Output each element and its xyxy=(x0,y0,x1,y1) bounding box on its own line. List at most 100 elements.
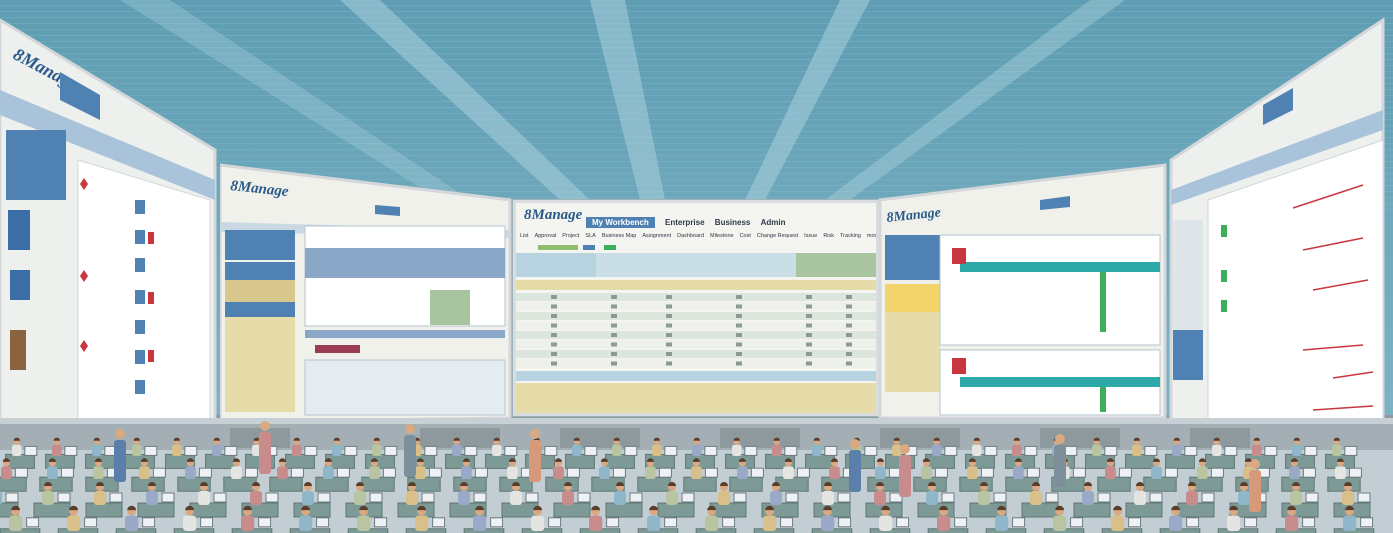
desk-monitor xyxy=(200,517,214,528)
desk-monitor xyxy=(664,445,678,456)
desk-monitor xyxy=(1128,517,1142,528)
desk-monitor xyxy=(144,445,158,456)
desk-monitor xyxy=(1064,445,1078,456)
desk-monitor xyxy=(980,467,994,478)
desk-monitor xyxy=(733,492,747,503)
desk-monitor xyxy=(785,492,799,503)
desk-monitor xyxy=(1184,445,1198,456)
desk xyxy=(1143,476,1177,492)
desk-monitor xyxy=(796,467,810,478)
standing-operator xyxy=(404,424,416,477)
desk-monitor xyxy=(954,517,968,528)
desk-monitor xyxy=(838,517,852,528)
desk xyxy=(867,476,901,492)
desk xyxy=(501,502,539,518)
desk-monitor xyxy=(1104,445,1118,456)
desk xyxy=(397,502,435,518)
desk xyxy=(1205,453,1235,469)
desk-monitor xyxy=(1302,517,1316,528)
desk xyxy=(637,476,671,492)
desk-monitor xyxy=(464,445,478,456)
desk-monitor xyxy=(290,467,304,478)
desk xyxy=(813,502,851,518)
desk-monitor xyxy=(258,517,272,528)
desk-monitor xyxy=(244,467,258,478)
desk-monitor xyxy=(544,445,558,456)
desk-monitor xyxy=(344,445,358,456)
desk-monitor xyxy=(14,467,28,478)
desk-monitor xyxy=(1344,445,1358,456)
desk xyxy=(605,502,643,518)
desk xyxy=(917,502,955,518)
desk xyxy=(33,502,71,518)
desk xyxy=(365,453,395,469)
operator-figure xyxy=(52,437,62,456)
desk-monitor xyxy=(60,467,74,478)
operator-figure xyxy=(172,437,182,456)
desk xyxy=(1073,502,1111,518)
desk-monitor xyxy=(681,492,695,503)
desk xyxy=(445,453,475,469)
desk-monitor xyxy=(152,467,166,478)
desk-monitor xyxy=(1305,492,1319,503)
desk-monitor xyxy=(213,492,227,503)
desk xyxy=(205,453,235,469)
desk-monitor xyxy=(934,467,948,478)
desk-monitor xyxy=(704,445,718,456)
operator-figure xyxy=(1092,437,1102,456)
desk-monitor xyxy=(432,517,446,528)
desk xyxy=(223,476,257,492)
desk-monitor xyxy=(1210,467,1224,478)
desk xyxy=(775,476,809,492)
desk xyxy=(293,502,331,518)
desk-monitor xyxy=(722,517,736,528)
operator-figure xyxy=(452,437,462,456)
desk-monitor xyxy=(941,492,955,503)
desk xyxy=(1125,453,1155,469)
control-room-illustration: 8Manage 8Manage 8Manage My Workbench Ent… xyxy=(0,0,1393,533)
desk-monitor xyxy=(109,492,123,503)
operator-figure xyxy=(718,482,730,505)
operator-figure xyxy=(212,437,222,456)
desk xyxy=(545,476,579,492)
desk xyxy=(1177,502,1215,518)
desk-monitor xyxy=(1224,445,1238,456)
desk-monitor xyxy=(1149,492,1163,503)
desk xyxy=(189,502,227,518)
desk xyxy=(269,476,303,492)
desk xyxy=(565,453,595,469)
desk-monitor xyxy=(421,492,435,503)
desk-monitor xyxy=(612,467,626,478)
desk-monitor xyxy=(1357,492,1371,503)
desk-monitor xyxy=(504,445,518,456)
desk-monitor xyxy=(577,492,591,503)
standing-operator xyxy=(529,429,541,482)
desk-monitor xyxy=(744,445,758,456)
operator-figure xyxy=(875,458,886,479)
desk-monitor xyxy=(184,445,198,456)
desk-monitor xyxy=(1264,445,1278,456)
operator-figure xyxy=(372,437,382,456)
desk xyxy=(605,453,635,469)
operator-figure xyxy=(125,505,139,531)
operator-figure xyxy=(772,437,782,456)
desk-monitor xyxy=(1118,467,1132,478)
operator-figure xyxy=(692,437,702,456)
desk xyxy=(285,453,315,469)
operator-figure xyxy=(1252,437,1262,456)
desk-monitor xyxy=(1164,467,1178,478)
desk xyxy=(553,502,591,518)
desk-monitor xyxy=(490,517,504,528)
desk xyxy=(1125,502,1163,518)
desk-monitor xyxy=(317,492,331,503)
desk-monitor xyxy=(24,445,38,456)
desk-monitor xyxy=(658,467,672,478)
operator-figure xyxy=(972,437,982,456)
desk xyxy=(657,502,695,518)
desk-monitor xyxy=(1348,467,1362,478)
desk-monitor xyxy=(5,492,19,503)
desk-monitor xyxy=(525,492,539,503)
desk-monitor xyxy=(1012,517,1026,528)
desk-monitor xyxy=(750,467,764,478)
operator-figure xyxy=(589,505,603,531)
